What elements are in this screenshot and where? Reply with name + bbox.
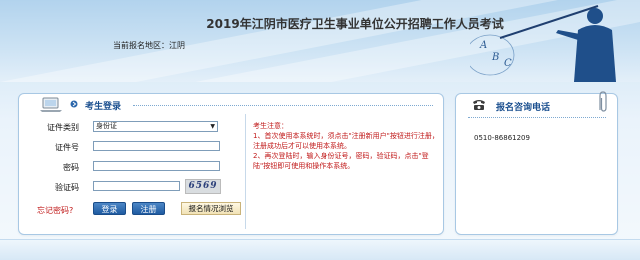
contact-title: 报名咨询电话: [496, 103, 551, 113]
id-type-select[interactable]: 身份证 ▼: [93, 121, 218, 132]
laptop-icon: [40, 97, 62, 112]
password-label: 密码: [63, 163, 79, 172]
arrow-bullet-icon: [70, 100, 78, 108]
footer-bar: [0, 239, 640, 260]
registration-status-button[interactable]: 报名情况浏览: [181, 202, 241, 215]
region-label: 当前报名地区：: [113, 41, 169, 50]
captcha-label: 验证码: [55, 183, 79, 192]
id-type-selected: 身份证: [96, 122, 117, 130]
login-panel: 考生登录 证件类别 身份证 ▼ 证件号 密码 验证码 6569 忘记密码? 登录…: [18, 93, 444, 235]
login-button[interactable]: 登录: [93, 202, 126, 215]
current-region: 当前报名地区：江阴: [113, 40, 185, 51]
password-input[interactable]: [93, 161, 220, 171]
login-title: 考生登录: [85, 102, 122, 112]
id-type-label: 证件类别: [47, 123, 79, 132]
figure-letter-a: A: [479, 40, 487, 51]
dropdown-arrow-icon: ▼: [210, 123, 215, 130]
figure-letter-b: B: [491, 52, 499, 63]
captcha-input[interactable]: [93, 181, 180, 191]
notice-title: 考生注意：: [253, 122, 288, 130]
notice-block: 考生注意： 1、首次使用本系统时，须点击"注册新用户"按钮进行注册，注册成功后才…: [253, 121, 439, 171]
panel-divider: [245, 114, 246, 229]
figure-letter-c: C: [504, 58, 512, 69]
header-figure-illustration: A B C: [470, 5, 616, 82]
paperclip-icon: [599, 91, 607, 112]
id-number-input[interactable]: [93, 141, 220, 151]
notice-line-2: 2、再次登陆时，输入身份证号，密码，验证码，点击"登陆"按钮即可使用和操作本系统…: [253, 152, 429, 170]
page-header: 2019年江阴市医疗卫生事业单位公开招聘工作人员考试 当前报名地区：江阴 A B…: [0, 0, 640, 82]
contact-panel: 报名咨询电话 0510-86861209: [455, 91, 618, 235]
id-number-label: 证件号: [55, 143, 79, 152]
region-value: 江阴: [169, 41, 185, 50]
register-button[interactable]: 注册: [132, 202, 165, 215]
telephone-icon: [473, 100, 485, 110]
captcha-image[interactable]: 6569: [185, 179, 221, 194]
notice-line-1: 1、首次使用本系统时，须点击"注册新用户"按钮进行注册，注册成功后才可以使用本系…: [253, 132, 439, 150]
title-divider: [133, 105, 433, 106]
contact-phone: 0510-86861209: [474, 134, 530, 142]
forgot-password-link[interactable]: 忘记密码?: [37, 205, 73, 216]
contact-divider: [468, 117, 606, 118]
